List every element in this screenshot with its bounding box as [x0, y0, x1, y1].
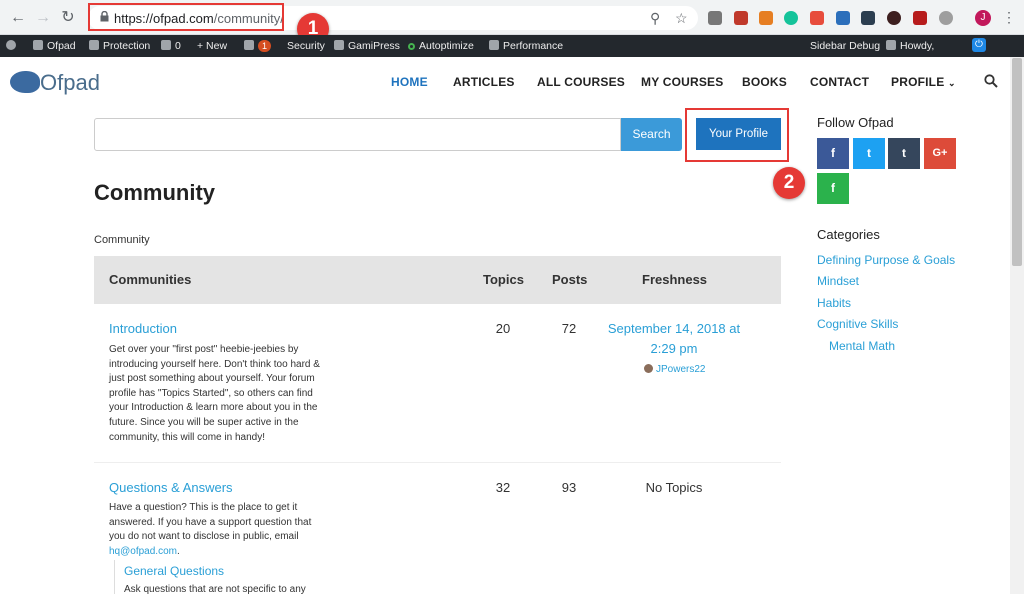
freshness-text: No Topics: [645, 480, 703, 495]
comment-icon: [161, 40, 171, 50]
posts-count: 93: [561, 480, 577, 495]
facebook-icon[interactable]: f: [817, 138, 849, 169]
zoom-icon[interactable]: ⚲: [650, 10, 660, 27]
category-defining-purpose[interactable]: Defining Purpose & Goals: [817, 253, 955, 267]
annotation-badge-2: 2: [773, 167, 805, 199]
extension-m-icon[interactable]: [913, 11, 927, 25]
yoast-icon: [244, 40, 254, 50]
adminbar-howdy[interactable]: Howdy,: [886, 40, 934, 52]
category-habits[interactable]: Habits: [817, 296, 851, 310]
extension-clip-icon[interactable]: [759, 11, 773, 25]
freshness-author[interactable]: JPowers22: [644, 364, 705, 375]
subforum-title-general-questions[interactable]: General Questions: [124, 564, 224, 578]
extension-grammarly-icon[interactable]: [784, 11, 798, 25]
category-mindset[interactable]: Mindset: [817, 274, 859, 288]
back-icon[interactable]: ←: [8, 8, 28, 28]
adminbar-site[interactable]: Ofpad: [33, 40, 76, 52]
extension-pdf-icon[interactable]: [734, 11, 748, 25]
search-icon[interactable]: [984, 74, 998, 88]
performance-icon: [489, 40, 499, 50]
support-email-link[interactable]: hq@ofpad.com: [109, 546, 177, 557]
reload-icon[interactable]: ↻: [58, 8, 78, 28]
forward-icon[interactable]: →: [33, 8, 53, 28]
extension-cap-icon[interactable]: [836, 11, 850, 25]
adminbar-comments[interactable]: 0: [161, 40, 181, 52]
breadcrumb[interactable]: Community: [94, 234, 150, 246]
scrollbar-thumb[interactable]: [1012, 58, 1022, 266]
posts-count: 72: [561, 321, 577, 336]
browser-menu-icon[interactable]: ⋮: [1002, 9, 1016, 25]
wp-admin-bar: Ofpad Protection 0 + New 1 Security Gami…: [0, 35, 1024, 57]
col-freshness: Freshness: [642, 272, 708, 287]
nav-profile[interactable]: PROFILE ⌄: [891, 75, 956, 89]
nav-books[interactable]: BOOKS: [742, 75, 787, 89]
bookmark-star-icon[interactable]: ☆: [675, 10, 688, 27]
url-highlight-box: [88, 3, 284, 31]
wordpress-icon[interactable]: [6, 40, 20, 52]
profile-avatar[interactable]: J: [975, 10, 991, 26]
col-topics: Topics: [483, 272, 524, 287]
category-cognitive-skills[interactable]: Cognitive Skills: [817, 317, 898, 331]
user-avatar-icon: [644, 364, 653, 373]
adminbar-sidebar-debug[interactable]: Sidebar Debug: [810, 40, 880, 52]
tumblr-icon[interactable]: t: [888, 138, 920, 169]
col-posts: Posts: [552, 272, 588, 287]
feedly-icon[interactable]: f: [817, 173, 849, 204]
page-title: Community: [94, 180, 215, 205]
subforum-indent: [114, 560, 115, 594]
nav-my-courses[interactable]: MY COURSES: [641, 75, 723, 89]
forum-title-introduction[interactable]: Introduction: [109, 321, 177, 336]
your-profile-button[interactable]: Your Profile: [696, 118, 781, 150]
extension-block-icon[interactable]: [810, 11, 824, 25]
adminbar-gamipress[interactable]: GamiPress: [334, 40, 400, 52]
forum-title-questions-answers[interactable]: Questions & Answers: [109, 480, 233, 495]
subforum-description: Ask questions that are not specific to a…: [124, 584, 306, 595]
category-mental-math[interactable]: Mental Math: [829, 339, 895, 353]
google-plus-icon[interactable]: G+: [924, 138, 956, 169]
adminbar-new[interactable]: + New: [197, 40, 227, 52]
forum-description: Get over your "first post" heebie-jeebie…: [109, 344, 320, 443]
extension-globe-icon[interactable]: [939, 11, 953, 25]
nav-all-courses[interactable]: ALL COURSES: [537, 75, 625, 89]
adminbar-updates[interactable]: 1: [244, 40, 272, 52]
home-icon: [33, 40, 43, 50]
search-button[interactable]: Search: [621, 118, 682, 151]
topics-count: 32: [495, 480, 511, 495]
twitter-icon[interactable]: t: [853, 138, 885, 169]
adminbar-performance[interactable]: Performance: [489, 40, 563, 52]
col-communities: Communities: [109, 272, 192, 287]
brain-logo-icon[interactable]: [10, 71, 40, 93]
lock-icon: [89, 40, 99, 50]
user-avatar-icon: [886, 40, 896, 50]
adminbar-security[interactable]: Security: [287, 40, 325, 52]
site-logo[interactable]: Ofpad: [40, 70, 100, 96]
topics-count: 20: [495, 321, 511, 336]
nav-contact[interactable]: CONTACT: [810, 75, 869, 89]
crown-icon: [334, 40, 344, 50]
adminbar-protection[interactable]: Protection: [89, 40, 150, 52]
row-divider: [94, 462, 781, 463]
extension-cloud-icon[interactable]: [708, 11, 722, 25]
follow-heading: Follow Ofpad: [817, 115, 894, 130]
adminbar-autoptimize[interactable]: Autoptimize: [408, 40, 474, 52]
search-input[interactable]: [94, 118, 621, 151]
extension-k-icon[interactable]: [887, 11, 901, 25]
power-icon[interactable]: ⏻: [972, 38, 986, 52]
status-dot-icon: [408, 43, 415, 50]
categories-heading: Categories: [817, 227, 880, 242]
freshness-link[interactable]: September 14, 2018 at 2:29 pm: [599, 319, 749, 359]
forum-description: Have a question? This is the place to ge…: [109, 502, 312, 557]
extension-chart-icon[interactable]: [861, 11, 875, 25]
nav-home[interactable]: HOME: [391, 75, 428, 89]
chevron-down-icon: ⌄: [947, 78, 956, 88]
nav-articles[interactable]: ARTICLES: [453, 75, 515, 89]
